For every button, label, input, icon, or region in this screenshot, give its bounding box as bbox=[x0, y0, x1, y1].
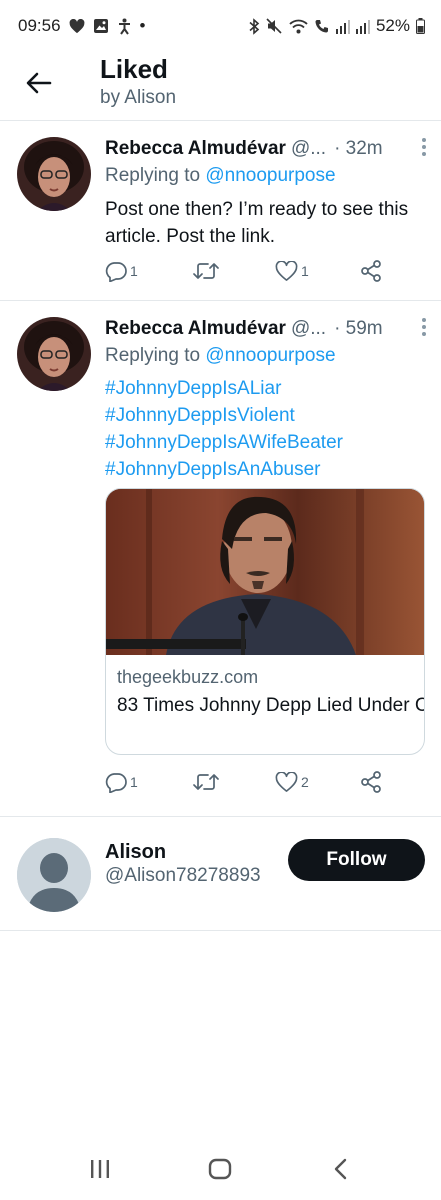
tweet-time: · 59m bbox=[334, 318, 383, 339]
android-nav-bar bbox=[0, 1138, 441, 1200]
link-card-title: 83 Times Johnny Depp Lied Under Cross-Ex… bbox=[117, 695, 424, 716]
page-header: Liked by Alison bbox=[0, 52, 441, 120]
signal-2-icon bbox=[355, 19, 370, 34]
link-card-domain: thegeekbuzz.com bbox=[117, 667, 259, 687]
hashtag-link[interactable]: #JohnnyDeppIsAWifeBeater bbox=[105, 429, 425, 456]
nav-back-icon bbox=[334, 1158, 347, 1180]
retweet-icon bbox=[193, 263, 219, 279]
hashtag-link[interactable]: #JohnnyDeppIsViolent bbox=[105, 402, 425, 429]
battery-percent: 52% bbox=[375, 16, 410, 35]
more-vertical-icon[interactable] bbox=[417, 136, 431, 158]
tweet-text: Post one then? I’m ready to see this art… bbox=[105, 199, 409, 247]
share-button[interactable] bbox=[360, 260, 382, 282]
bluetooth-icon bbox=[249, 17, 260, 35]
replying-prefix: Replying to bbox=[105, 165, 201, 186]
share-icon bbox=[361, 771, 381, 793]
gallery-notification-icon bbox=[93, 18, 109, 34]
reply-button[interactable]: 1 bbox=[105, 261, 193, 282]
retweet-button[interactable] bbox=[193, 261, 275, 281]
author-name[interactable]: Rebecca Almudévar bbox=[105, 138, 286, 160]
status-time: 09:56 bbox=[18, 16, 61, 35]
reply-button[interactable]: 1 bbox=[105, 772, 193, 793]
status-bar: 09:56 • 52% bbox=[0, 0, 441, 52]
battery-icon bbox=[416, 18, 425, 34]
back-button[interactable] bbox=[22, 66, 56, 100]
page-subtitle: by Alison bbox=[100, 87, 177, 108]
wifi-icon bbox=[289, 19, 308, 34]
heart-icon bbox=[275, 260, 298, 281]
reply-icon bbox=[105, 772, 127, 793]
author-handle: @... bbox=[290, 318, 327, 339]
reply-count: 1 bbox=[130, 774, 138, 790]
follow-button[interactable]: Follow bbox=[288, 839, 425, 881]
retweet-icon bbox=[193, 774, 219, 790]
tweet[interactable]: Rebecca Almudévar @... · 32m Replying to… bbox=[0, 121, 441, 301]
signal-1-icon bbox=[335, 19, 350, 34]
wifi-calling-icon bbox=[314, 18, 330, 34]
heart-icon bbox=[275, 771, 298, 792]
like-count: 2 bbox=[301, 774, 309, 790]
accessibility-notification-icon bbox=[117, 18, 132, 35]
tweet-time: · 32m bbox=[334, 138, 383, 159]
share-icon bbox=[361, 260, 381, 282]
user-name[interactable]: Alison bbox=[105, 841, 166, 864]
nav-recents-button[interactable] bbox=[70, 1147, 130, 1191]
hashtag-link[interactable]: #JohnnyDeppIsAnAbuser bbox=[105, 456, 425, 483]
default-avatar-icon[interactable] bbox=[17, 838, 91, 912]
reply-icon bbox=[105, 261, 127, 282]
avatar[interactable] bbox=[17, 317, 91, 391]
nav-back-button[interactable] bbox=[311, 1147, 371, 1191]
replying-prefix: Replying to bbox=[105, 345, 201, 366]
mention-link[interactable]: @nnoopurpose bbox=[205, 165, 335, 186]
home-icon bbox=[209, 1158, 232, 1180]
link-card-image bbox=[106, 489, 424, 655]
share-button[interactable] bbox=[360, 771, 382, 793]
follow-divider bbox=[0, 930, 441, 931]
tweet[interactable]: Rebecca Almudévar @... · 59m Replying to… bbox=[0, 301, 441, 816]
page-title: Liked bbox=[100, 54, 168, 84]
arrow-left-icon bbox=[26, 72, 52, 94]
recents-icon bbox=[91, 1160, 110, 1178]
like-button[interactable]: 2 bbox=[275, 771, 360, 793]
author-name[interactable]: Rebecca Almudévar bbox=[105, 318, 286, 340]
heart-notification-icon bbox=[69, 18, 85, 34]
avatar[interactable] bbox=[17, 137, 91, 211]
hashtag-link[interactable]: #JohnnyDeppIsALiar bbox=[105, 375, 425, 402]
user-follow-row[interactable]: Alison @Alison78278893 Follow bbox=[0, 817, 441, 931]
link-card[interactable]: thegeekbuzz.com 83 Times Johnny Depp Lie… bbox=[105, 488, 425, 755]
like-count: 1 bbox=[301, 263, 309, 279]
retweet-button[interactable] bbox=[193, 772, 275, 792]
reply-count: 1 bbox=[130, 263, 138, 279]
nav-home-button[interactable] bbox=[190, 1147, 250, 1191]
mute-icon bbox=[266, 18, 283, 34]
author-handle: @... bbox=[290, 138, 327, 159]
status-dot: • bbox=[139, 16, 146, 35]
user-handle: @Alison78278893 bbox=[105, 865, 261, 886]
like-button[interactable]: 1 bbox=[275, 260, 360, 282]
more-vertical-icon[interactable] bbox=[417, 316, 431, 338]
mention-link[interactable]: @nnoopurpose bbox=[205, 345, 335, 366]
